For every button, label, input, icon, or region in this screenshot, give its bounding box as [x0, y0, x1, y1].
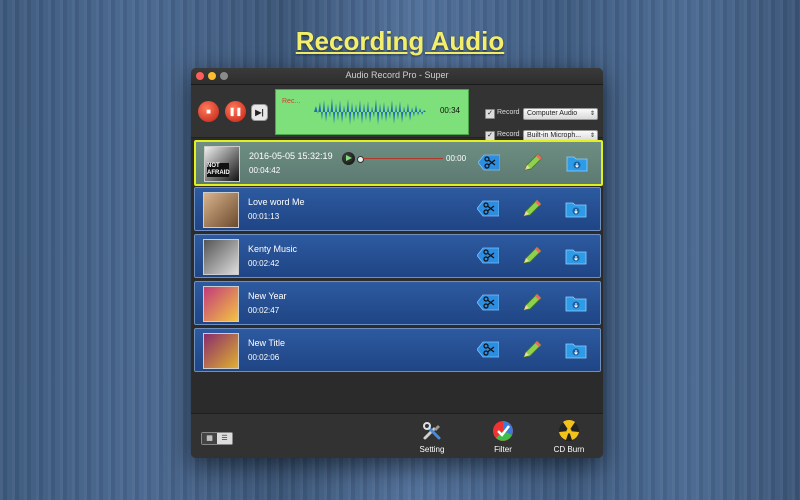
stop-button[interactable]: ■ — [198, 101, 219, 122]
waveform — [314, 98, 426, 125]
scissors-icon[interactable] — [477, 246, 499, 265]
window-title: Audio Record Pro - Super — [345, 70, 449, 80]
scissors-icon[interactable] — [478, 153, 500, 172]
next-button[interactable]: ▶| — [251, 104, 268, 121]
pencil-icon[interactable] — [521, 293, 543, 312]
pause-icon: ❚❚ — [228, 107, 243, 116]
seek-bar[interactable] — [363, 158, 443, 159]
page-headline: Recording Audio — [295, 26, 505, 56]
waveform-display: Rec... 00:34 — [275, 89, 469, 135]
track-row[interactable]: New Year 00:02:47 — [194, 281, 601, 325]
view-toggle[interactable]: ▦ ☰ — [201, 432, 233, 445]
track-row[interactable]: Kenty Music 00:02:42 — [194, 234, 601, 278]
pencil-icon[interactable] — [521, 246, 543, 265]
select-value: Computer Audio — [527, 110, 578, 117]
scissors-icon[interactable] — [477, 340, 499, 359]
play-button[interactable] — [342, 152, 355, 165]
save-folder-icon[interactable] — [565, 293, 587, 312]
next-icon: ▶| — [255, 108, 264, 117]
bottom-toolbar: ▦ ☰ Setting Filter CD Burn — [191, 413, 603, 458]
track-row[interactable]: Love word Me 00:01:13 — [194, 187, 601, 231]
cd-burn-icon — [559, 420, 579, 441]
album-thumbnail: NOT AFRAID — [204, 146, 240, 182]
filter-button[interactable]: Filter — [481, 420, 525, 456]
grid-view-icon[interactable]: ▦ — [202, 433, 217, 444]
track-row[interactable]: NOT AFRAID 2016-05-05 15:32:19 00:04:42 00:… — [194, 140, 603, 186]
inline-player: 00:00 — [342, 152, 466, 166]
track-name: Kenty Music — [248, 244, 298, 254]
pencil-icon[interactable] — [521, 340, 543, 359]
save-folder-icon[interactable] — [565, 246, 587, 265]
scissors-icon[interactable] — [477, 199, 499, 218]
player-time: 00:00 — [446, 154, 467, 163]
setting-button[interactable]: Setting — [410, 420, 454, 456]
recording-time: 00:34 — [439, 106, 460, 115]
pause-button[interactable]: ❚❚ — [225, 101, 246, 122]
filter-icon — [493, 421, 513, 441]
computer-audio-select[interactable]: Computer Audio ⇕ — [523, 108, 598, 120]
track-duration: 00:02:47 — [248, 306, 280, 315]
record-toolbar: ■ ❚❚ ▶| Rec... 00:34 ✓ Record Computer A… — [191, 85, 603, 142]
record-label: Record — [497, 131, 520, 138]
track-duration: 00:02:06 — [248, 353, 280, 362]
album-thumbnail — [203, 192, 239, 228]
track-name: New Year — [248, 291, 287, 301]
track-duration: 00:04:42 — [249, 166, 281, 175]
pencil-icon[interactable] — [522, 153, 544, 172]
save-folder-icon[interactable] — [565, 340, 587, 359]
album-thumbnail — [203, 333, 239, 369]
album-thumbnail — [203, 239, 239, 275]
select-value: Built-in Microph... — [527, 132, 582, 139]
track-name: 2016-05-05 15:32:19 — [249, 151, 333, 161]
filter-label: Filter — [494, 445, 512, 454]
record-source-computer: ✓ Record Computer Audio ⇕ — [485, 108, 599, 120]
album-thumbnail — [203, 286, 239, 322]
stop-icon: ■ — [206, 107, 211, 116]
cd-burn-button[interactable]: CD Burn — [547, 420, 591, 456]
cd-burn-label: CD Burn — [553, 445, 585, 454]
title-bar: Audio Record Pro - Super — [191, 68, 603, 85]
track-duration: 00:02:42 — [248, 259, 280, 268]
play-icon — [346, 155, 352, 161]
scissors-icon[interactable] — [477, 293, 499, 312]
app-window: Audio Record Pro - Super ■ ❚❚ ▶| Rec... … — [191, 68, 603, 458]
track-name: New Title — [248, 338, 286, 348]
thumbnail-text: NOT AFRAID — [207, 163, 230, 177]
chevron-updown-icon: ⇕ — [589, 111, 595, 117]
track-duration: 00:01:13 — [248, 212, 280, 221]
save-folder-icon[interactable] — [566, 153, 588, 172]
tools-icon — [423, 422, 441, 440]
record-label: Record — [497, 109, 520, 116]
save-folder-icon[interactable] — [565, 199, 587, 218]
track-name: Love word Me — [248, 197, 305, 207]
track-row[interactable]: New Title 00:02:06 — [194, 328, 601, 372]
wave-status-label: Rec... — [282, 98, 301, 105]
list-view-icon[interactable]: ☰ — [217, 433, 232, 444]
pencil-icon[interactable] — [521, 199, 543, 218]
setting-label: Setting — [419, 445, 445, 454]
record-computer-checkbox[interactable]: ✓ — [485, 109, 495, 119]
